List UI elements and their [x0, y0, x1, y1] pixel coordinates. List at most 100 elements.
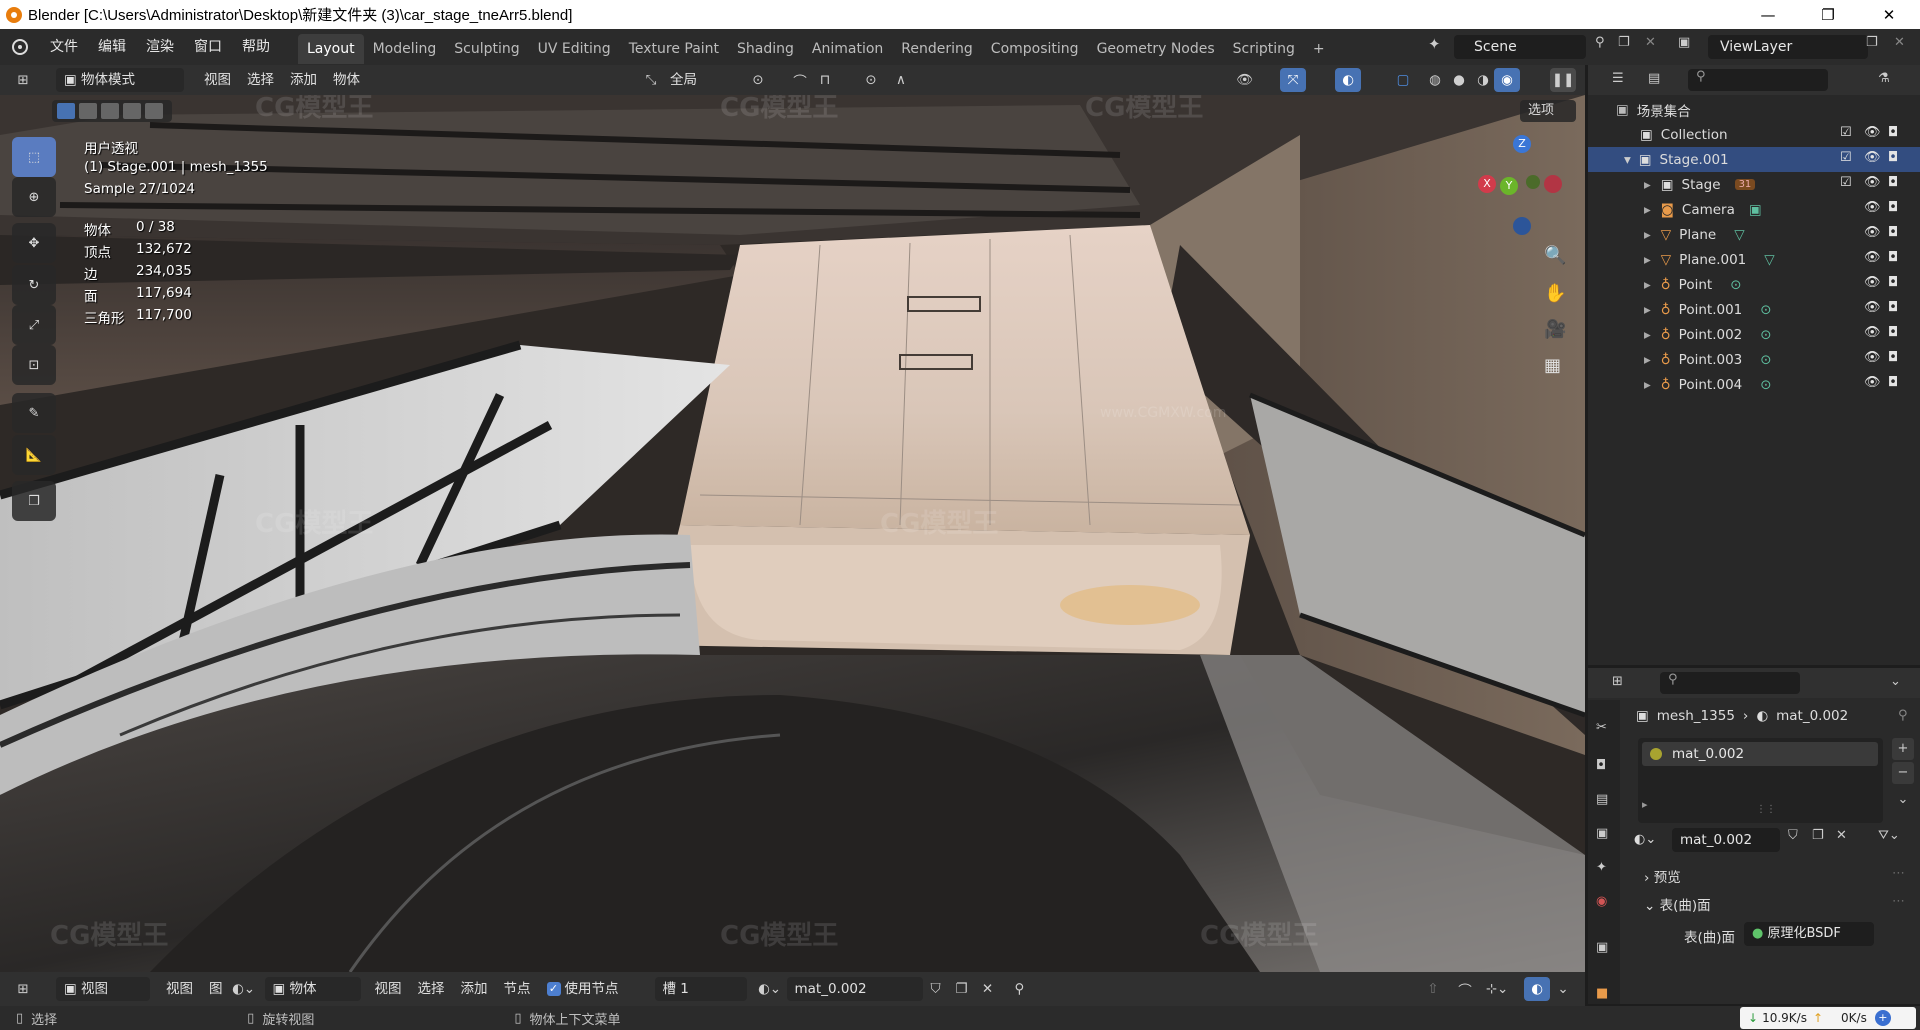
select-invert-icon[interactable]: [123, 103, 141, 119]
viewport-menu-add[interactable]: 添加: [282, 68, 325, 92]
render-camera-icon[interactable]: ◘: [1888, 250, 1898, 265]
gizmo-y-axis[interactable]: Y: [1500, 177, 1518, 195]
transform-orientation-dropdown[interactable]: 全局: [662, 68, 732, 92]
tab-uv-editing[interactable]: UV Editing: [529, 34, 620, 64]
new-view-layer-icon[interactable]: ❐: [1866, 35, 1878, 50]
snap-icon[interactable]: ⌒: [1452, 977, 1478, 1001]
unlink-material-icon[interactable]: ✕: [1836, 828, 1847, 843]
select-intersect-icon[interactable]: [145, 103, 163, 119]
menu-help[interactable]: 帮助: [232, 29, 280, 65]
panel-preview-header[interactable]: › 预览: [1644, 866, 1681, 886]
mode-dropdown[interactable]: ▣ 物体模式: [56, 68, 184, 92]
render-camera-icon[interactable]: ◘: [1888, 375, 1898, 390]
expand-arrow-icon[interactable]: ▸: [1644, 227, 1651, 243]
minimize-button[interactable]: —: [1745, 0, 1791, 29]
snap-target-icon[interactable]: ⊓: [812, 68, 838, 92]
expand-arrow-icon[interactable]: ▸: [1642, 798, 1648, 811]
editor-view-dropdown[interactable]: ▣ 视图: [56, 977, 150, 1001]
render-camera-icon[interactable]: ◘: [1888, 275, 1898, 290]
remove-slot-button[interactable]: −: [1892, 762, 1914, 784]
cursor-tool-icon[interactable]: ⊕: [12, 177, 56, 217]
tab-layout[interactable]: Layout: [298, 34, 364, 64]
falloff-icon[interactable]: ∧: [888, 68, 914, 92]
annotate-tool-icon[interactable]: ✎: [12, 393, 56, 433]
visibility-icon[interactable]: 👁: [1232, 68, 1258, 92]
rotate-tool-icon[interactable]: ↻: [12, 265, 56, 305]
close-button[interactable]: ✕: [1866, 0, 1912, 29]
scene-tab-icon[interactable]: ✦: [1596, 860, 1607, 875]
ortho-toggle-icon[interactable]: ▦: [1544, 355, 1561, 376]
overlay-icon[interactable]: ◐: [1335, 68, 1361, 92]
gizmo-icon[interactable]: ⤧: [1280, 68, 1306, 92]
exclude-checkbox-icon[interactable]: ☑: [1840, 150, 1852, 165]
link-dropdown-icon[interactable]: ⛛⌄: [1878, 828, 1900, 843]
pause-render-icon[interactable]: ❚❚: [1550, 68, 1576, 92]
outliner-scene-collection[interactable]: ▣ 场景集合: [1588, 97, 1920, 122]
tool-tab-icon[interactable]: ✂: [1596, 720, 1607, 735]
zoom-icon[interactable]: 🔍: [1544, 245, 1566, 266]
tab-geometry-nodes[interactable]: Geometry Nodes: [1088, 34, 1224, 64]
scale-tool-icon[interactable]: ⤢: [12, 305, 56, 345]
menu-view[interactable]: 视图: [158, 977, 201, 1001]
unlink-material-icon[interactable]: ✕: [975, 977, 1001, 1001]
material-name-field[interactable]: mat_0.002: [1672, 828, 1780, 852]
drag-handle-icon[interactable]: ⋯: [1892, 894, 1905, 909]
exclude-checkbox-icon[interactable]: ☑: [1840, 175, 1852, 190]
tab-rendering[interactable]: Rendering: [892, 34, 982, 64]
eye-icon[interactable]: 👁: [1864, 175, 1881, 190]
display-mode-icon[interactable]: ▤: [1648, 71, 1660, 86]
rendered-shading-icon[interactable]: ◉: [1494, 68, 1520, 92]
move-tool-icon[interactable]: ✥: [12, 223, 56, 263]
use-nodes-toggle[interactable]: ✓ 使用节点: [539, 977, 627, 1001]
menu-view-2[interactable]: 视图: [367, 977, 410, 1001]
options-dropdown[interactable]: 选项: [1520, 100, 1576, 122]
viewport-menu-object[interactable]: 物体: [325, 68, 368, 92]
select-box-tool-icon[interactable]: ⬚: [12, 137, 56, 177]
overlay-icon[interactable]: ◐: [1524, 977, 1550, 1001]
eye-icon[interactable]: 👁: [1864, 275, 1881, 290]
eye-icon[interactable]: 👁: [1864, 200, 1881, 215]
chevron-down-icon[interactable]: ⌄: [1890, 674, 1901, 689]
menu-file[interactable]: 文件: [40, 29, 88, 65]
eye-icon[interactable]: 👁: [1864, 125, 1881, 140]
panel-surface-header[interactable]: ⌄ 表(曲)面: [1644, 894, 1711, 914]
duplicate-material-icon[interactable]: ❐: [949, 977, 975, 1001]
pin-icon[interactable]: ⚲: [1898, 708, 1908, 723]
blender-menu-icon[interactable]: [0, 39, 40, 55]
outliner-search-input[interactable]: ⚲: [1688, 69, 1828, 91]
menu-window[interactable]: 窗口: [184, 29, 232, 65]
eye-icon[interactable]: 👁: [1864, 150, 1881, 165]
menu-image[interactable]: 图: [201, 977, 231, 1001]
expand-arrow-icon[interactable]: ▸: [1644, 277, 1651, 293]
render-camera-icon[interactable]: ◘: [1888, 325, 1898, 340]
add-workspace-button[interactable]: +: [1304, 34, 1334, 64]
eye-icon[interactable]: 👁: [1864, 325, 1881, 340]
viewport-menu-select[interactable]: 选择: [239, 68, 282, 92]
render-camera-icon[interactable]: ◘: [1888, 150, 1898, 165]
eye-icon[interactable]: 👁: [1864, 300, 1881, 315]
tab-shading[interactable]: Shading: [728, 34, 803, 64]
expand-arrow-icon[interactable]: ▸: [1644, 252, 1651, 268]
shader-type-icon[interactable]: ◐⌄: [231, 977, 257, 1001]
render-camera-icon[interactable]: ◘: [1888, 125, 1898, 140]
add-cube-tool-icon[interactable]: ❒: [12, 481, 56, 521]
duplicate-material-icon[interactable]: ❐: [1812, 828, 1824, 843]
tab-texture-paint[interactable]: Texture Paint: [620, 34, 728, 64]
gizmo-neg-x-axis[interactable]: [1544, 175, 1562, 193]
select-subtract-icon[interactable]: [101, 103, 119, 119]
plus-icon[interactable]: +: [1874, 1010, 1891, 1026]
expand-arrow-icon[interactable]: ▸: [1644, 327, 1651, 343]
gizmo-z-axis[interactable]: Z: [1513, 135, 1531, 153]
pin-icon[interactable]: ⚲: [1595, 35, 1605, 50]
view-layer-icon[interactable]: ▣: [1678, 35, 1690, 50]
view-layer-tab-icon[interactable]: ▣: [1596, 826, 1608, 841]
transform-orientation-icon[interactable]: ⤡: [638, 68, 664, 92]
slot-dropdown[interactable]: 槽 1: [654, 977, 747, 1001]
menu-node[interactable]: 节点: [496, 977, 539, 1001]
expand-arrow-icon[interactable]: ▸: [1644, 177, 1651, 193]
resize-grip-icon[interactable]: ⋮⋮: [1756, 804, 1776, 815]
eye-icon[interactable]: 👁: [1864, 250, 1881, 265]
properties-editor-icon[interactable]: ⊞: [1612, 674, 1623, 689]
tab-sculpting[interactable]: Sculpting: [445, 34, 528, 64]
wireframe-shading-icon[interactable]: ◍: [1422, 68, 1448, 92]
